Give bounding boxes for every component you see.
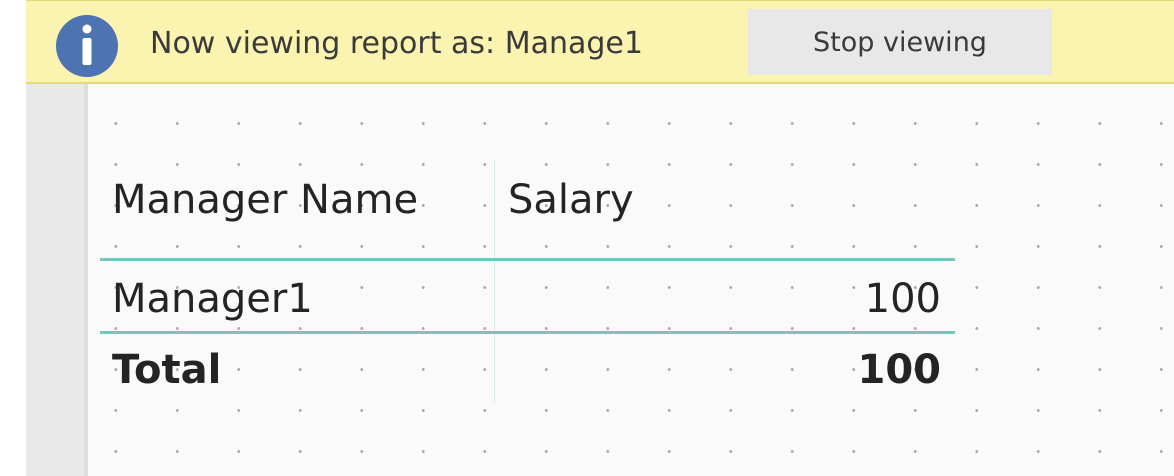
info-icon: [56, 15, 118, 77]
total-label: Total: [112, 347, 222, 393]
left-gutter: [26, 84, 84, 476]
view-as-banner: Now viewing report as: Manage1 Stop view…: [26, 0, 1174, 84]
column-header-salary[interactable]: Salary: [508, 174, 634, 226]
column-divider: [494, 160, 495, 402]
column-header-manager-name[interactable]: Manager Name: [112, 174, 418, 226]
banner-message: Now viewing report as: Manage1: [150, 26, 643, 61]
total-rule: [100, 331, 955, 334]
total-value: 100: [857, 347, 942, 393]
row-manager-name-cell: Manager1: [112, 276, 313, 322]
stop-viewing-button[interactable]: Stop viewing: [748, 9, 1052, 75]
header-rule: [100, 258, 955, 261]
table-visual[interactable]: Manager Name Salary Manager1 100 Total 1…: [100, 160, 955, 405]
row-salary-cell: 100: [864, 276, 941, 322]
